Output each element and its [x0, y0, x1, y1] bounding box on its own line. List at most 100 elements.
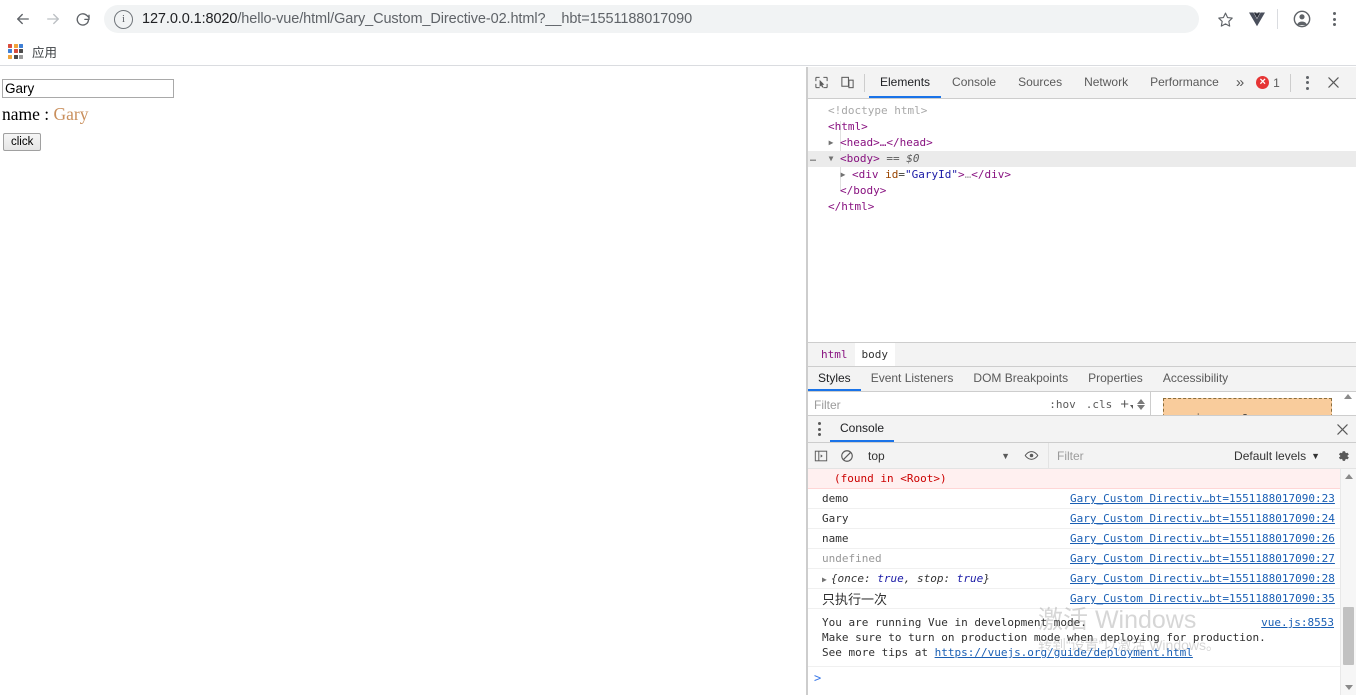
drawer-menu-button[interactable]	[808, 416, 830, 442]
force-state-button[interactable]: :hov	[1044, 398, 1081, 411]
vue-deployment-link[interactable]: https://vuejs.org/guide/deployment.html	[935, 646, 1193, 659]
console-message-undefined: undefined	[822, 552, 882, 565]
reload-button[interactable]	[68, 4, 98, 34]
expand-arrow-icon-div[interactable]: ▶	[838, 167, 848, 183]
console-drawer: Console top ▼ Filter Default levels ▼ (f…	[808, 415, 1356, 695]
breadcrumb-item-html[interactable]: html	[814, 343, 855, 366]
scroll-up-icon[interactable]	[1343, 394, 1352, 399]
console-vue-warning[interactable]: vue.js:8553 You are running Vue in devel…	[808, 609, 1356, 667]
live-expression-icon[interactable]	[1018, 448, 1044, 463]
dom-text-body-close: </body>	[840, 184, 887, 197]
console-source-name[interactable]: Gary_Custom Directiv…bt=1551188017090:26	[1070, 532, 1338, 545]
console-message-gary: Gary	[822, 512, 849, 525]
star-icon[interactable]	[1211, 5, 1239, 33]
tab-accessibility[interactable]: Accessibility	[1153, 367, 1238, 391]
console-row-error[interactable]: (found in <Root>)	[808, 469, 1356, 489]
console-row-object[interactable]: ▶ {once: true, stop: true} Gary_Custom Di…	[808, 569, 1356, 589]
console-message-name: name	[822, 532, 849, 545]
dom-line-doctype[interactable]: <!doctype html>	[808, 103, 1356, 119]
device-toolbar-icon[interactable]	[834, 70, 860, 96]
bookmark-apps-label[interactable]: 应用	[32, 42, 57, 61]
obj-key-stop: stop:	[916, 572, 951, 585]
console-row-gary[interactable]: Gary Gary_Custom Directiv…bt=15511880170…	[808, 509, 1356, 529]
devtools-close-button[interactable]	[1321, 70, 1347, 96]
site-info-icon[interactable]: i	[114, 9, 133, 29]
tab-properties[interactable]: Properties	[1078, 367, 1153, 391]
console-context-value: top	[868, 448, 885, 463]
browser-menu-button[interactable]	[1320, 5, 1348, 33]
devtools-panel: Elements Console Sources Network Perform…	[808, 67, 1356, 695]
tab-network[interactable]: Network	[1073, 67, 1139, 98]
vue-devtools-icon[interactable]	[1243, 5, 1271, 33]
console-row-demo[interactable]: demo Gary_Custom Directiv…bt=15511880170…	[808, 489, 1356, 509]
console-settings-icon[interactable]	[1330, 449, 1356, 463]
collapse-arrow-icon[interactable]: ▼	[826, 151, 836, 167]
console-source-demo[interactable]: Gary_Custom Directiv…bt=1551188017090:23	[1070, 492, 1338, 505]
console-prompt-row[interactable]: >	[808, 667, 1356, 695]
console-source-vue[interactable]: vue.js:8553	[1261, 615, 1334, 630]
devtools-menu-button[interactable]	[1295, 70, 1321, 96]
console-sidebar-icon[interactable]	[808, 449, 834, 463]
dom-line-body[interactable]: … ▼ <body> == $0	[808, 151, 1356, 167]
dom-line-html-close[interactable]: </html>	[808, 199, 1356, 215]
console-message-demo: demo	[822, 492, 849, 505]
console-context-select[interactable]: top ▼	[860, 449, 1018, 463]
console-log-list[interactable]: (found in <Root>) demo Gary_Custom Direc…	[808, 469, 1356, 695]
clear-console-icon[interactable]	[834, 449, 860, 463]
error-count: 1	[1273, 75, 1280, 90]
console-source-object[interactable]: Gary_Custom Directiv…bt=1551188017090:28	[1070, 572, 1338, 585]
back-button[interactable]	[8, 4, 38, 34]
console-scrollbar[interactable]	[1340, 469, 1356, 695]
tab-event-listeners[interactable]: Event Listeners	[861, 367, 964, 391]
toolbar-divider	[864, 73, 865, 92]
name-input[interactable]	[2, 79, 174, 98]
console-source-gary[interactable]: Gary_Custom Directiv…bt=1551188017090:24	[1070, 512, 1338, 525]
tab-sources[interactable]: Sources	[1007, 67, 1073, 98]
element-classes-button[interactable]: .cls	[1081, 398, 1118, 411]
console-filter-input[interactable]: Filter	[1048, 443, 1224, 468]
dom-text-div: <div id="GaryId">…</div>	[852, 168, 1011, 181]
drawer-close-button[interactable]	[1328, 416, 1356, 442]
console-levels-label: Default levels	[1234, 448, 1307, 463]
dom-line-head[interactable]: ▶ <head>…</head>	[808, 135, 1356, 151]
tab-performance[interactable]: Performance	[1139, 67, 1230, 98]
console-scroll-thumb[interactable]	[1343, 607, 1354, 665]
tab-styles[interactable]: Styles	[808, 367, 861, 391]
page-viewport: name : Gary click	[0, 67, 806, 695]
console-scroll-down-icon[interactable]	[1341, 680, 1356, 695]
console-message-error: (found in <Root>)	[834, 472, 947, 485]
styles-scroll-spinner[interactable]	[1132, 399, 1150, 410]
tab-elements[interactable]: Elements	[869, 67, 942, 98]
url-path: /hello-vue/html/Gary_Custom_Directive-02…	[237, 11, 693, 27]
obj-key-once: once:	[837, 572, 871, 585]
dom-line-html-open[interactable]: <html>	[808, 119, 1356, 135]
more-tabs-icon[interactable]: »	[1230, 74, 1250, 91]
dom-tree[interactable]: <!doctype html> <html> ▶ <head>…</head> …	[808, 99, 1356, 342]
console-row-undefined[interactable]: undefined Gary_Custom Directiv…bt=155118…	[808, 549, 1356, 569]
expand-arrow-icon[interactable]: ▶	[826, 135, 836, 151]
error-badge[interactable]: 1	[1250, 76, 1286, 90]
dom-overflow-dots[interactable]: …	[810, 151, 816, 167]
expand-object-arrow-icon[interactable]: ▶	[822, 575, 827, 584]
address-bar[interactable]: i 127.0.0.1:8020/hello-vue/html/Gary_Cus…	[104, 5, 1199, 33]
new-style-rule-button[interactable]: +	[1117, 396, 1133, 413]
styles-filter-input[interactable]: Filter	[814, 398, 1044, 412]
console-scroll-up-icon[interactable]	[1341, 469, 1356, 484]
tab-dom-breakpoints[interactable]: DOM Breakpoints	[963, 367, 1078, 391]
profile-avatar[interactable]	[1288, 5, 1316, 33]
console-row-name[interactable]: name Gary_Custom Directiv…bt=15511880170…	[808, 529, 1356, 549]
breadcrumb-item-body[interactable]: body	[854, 343, 895, 366]
drawer-tab-console[interactable]: Console	[830, 416, 895, 442]
console-levels-select[interactable]: Default levels ▼	[1224, 449, 1330, 463]
tab-console[interactable]: Console	[941, 67, 1007, 98]
bookmarks-bar: 应用	[0, 38, 1356, 66]
console-source-cn[interactable]: Gary_Custom Directiv…bt=1551188017090:35	[1070, 592, 1338, 605]
dom-line-div[interactable]: ▶ <div id="GaryId">…</div>	[808, 167, 1356, 183]
console-source-undefined[interactable]: Gary_Custom Directiv…bt=1551188017090:27	[1070, 552, 1338, 565]
console-row-cn[interactable]: 只执行一次 Gary_Custom Directiv…bt=1551188017…	[808, 589, 1356, 609]
apps-grid-icon[interactable]	[8, 43, 24, 60]
forward-button[interactable]	[38, 4, 68, 34]
click-button[interactable]: click	[3, 133, 42, 151]
inspect-element-icon[interactable]	[808, 70, 834, 96]
dom-line-body-close[interactable]: </body>	[808, 183, 1356, 199]
